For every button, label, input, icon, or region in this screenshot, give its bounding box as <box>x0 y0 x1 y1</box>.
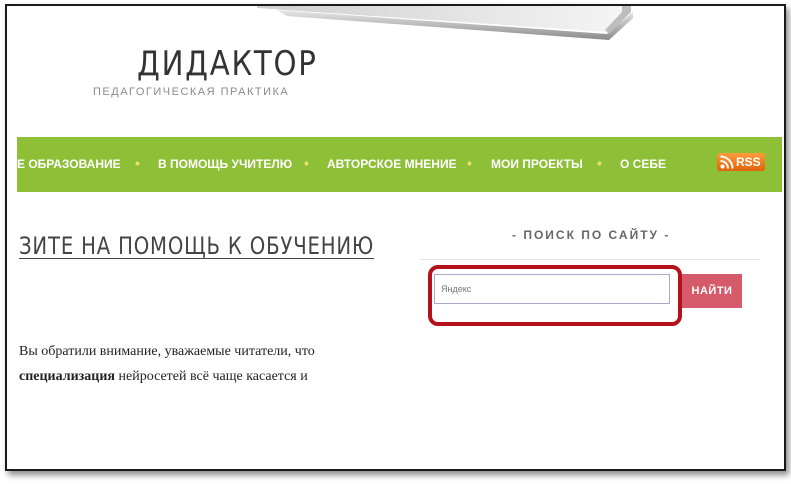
rss-label: RSS <box>736 155 761 169</box>
nav-separator: • <box>304 155 309 171</box>
post-text-line: специализация нейросетей всё чаще касает… <box>19 369 308 385</box>
nav-separator: • <box>597 155 602 171</box>
site-title[interactable]: ДИДАКТОР <box>137 44 318 84</box>
nav-item-obrazovanie[interactable]: Е ОБРАЗОВАНИЕ <box>17 157 121 171</box>
post-title[interactable]: ЗИТЕ НА ПОМОЩЬ К ОБУЧЕНИЮ <box>19 232 374 260</box>
nav-separator: • <box>467 155 472 171</box>
rss-button[interactable]: RSS <box>717 153 765 171</box>
search-widget-heading: - ПОИСК ПО САЙТУ - <box>512 228 671 242</box>
search-widget-divider <box>420 259 760 260</box>
search-button[interactable]: НАЙТИ <box>682 274 742 308</box>
post-text-line: Вы обратили внимание, уважаемые читатели… <box>19 344 315 359</box>
nav-item-v-pomosch-uchitelyu[interactable]: В ПОМОЩЬ УЧИТЕЛЮ <box>158 157 292 171</box>
search-input[interactable] <box>434 274 670 304</box>
nav-separator: • <box>135 155 140 171</box>
laptop-graphic <box>257 6 633 40</box>
nav-item-o-sebe[interactable]: О СЕБЕ <box>620 157 666 171</box>
nav-item-avtorskoe-mnenie[interactable]: АВТОРСКОЕ МНЕНИЕ <box>327 157 457 171</box>
nav-item-moi-proekty[interactable]: МОИ ПРОЕКТЫ <box>491 157 583 171</box>
post-text-emphasis: специализация <box>19 369 116 384</box>
site-tagline: ПЕДАГОГИЧЕСКАЯ ПРАКТИКА <box>93 86 290 98</box>
rss-icon <box>720 155 734 169</box>
main-navigation: Е ОБРАЗОВАНИЕ • В ПОМОЩЬ УЧИТЕЛЮ • АВТОР… <box>17 137 782 192</box>
screenshot-frame: ДИДАКТОР ПЕДАГОГИЧЕСКАЯ ПРАКТИКА Е ОБРАЗ… <box>5 4 786 471</box>
post-text-rest: нейросетей всё чаще касается и <box>115 369 308 384</box>
